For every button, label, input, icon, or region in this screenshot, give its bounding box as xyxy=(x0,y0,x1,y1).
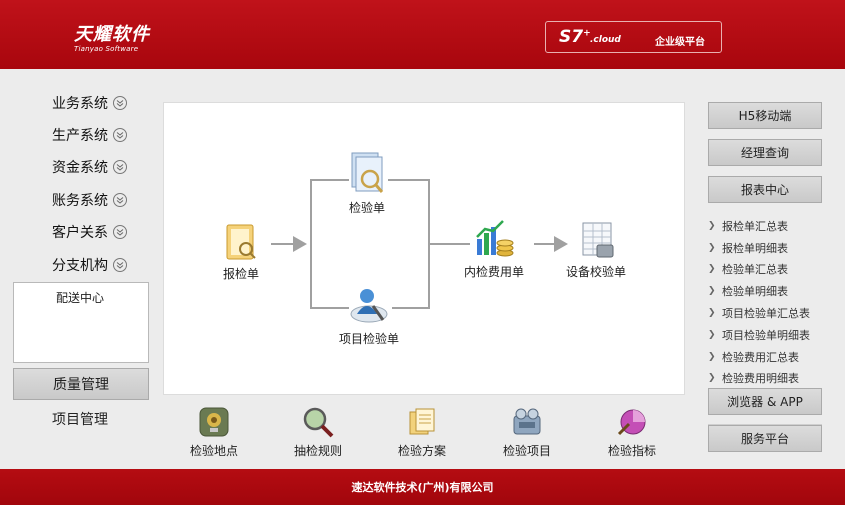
report-item[interactable]: ❯ 检验单明细表 xyxy=(708,280,810,302)
flow-label: 检验单 xyxy=(348,201,385,215)
tool-label: 检验地点 xyxy=(190,444,239,458)
folder-document-icon xyxy=(226,224,256,260)
report-item[interactable]: ❯ 检验费用汇总表 xyxy=(708,346,810,368)
tool-sampling-rules[interactable]: 抽检规则 xyxy=(294,406,342,459)
plan-documents-icon xyxy=(409,408,435,435)
tool-label: 检验方案 xyxy=(398,444,447,458)
brand-cloud: .cloud xyxy=(590,35,621,45)
chevron-down-icon xyxy=(113,193,127,207)
chevron-down-icon xyxy=(113,160,127,174)
logo-title: 天耀软件 xyxy=(74,24,150,45)
chevron-down-icon xyxy=(113,225,127,239)
tool-inspection-location[interactable]: 检验地点 xyxy=(190,406,238,459)
tool-label: 检验项目 xyxy=(503,444,552,458)
tianyao-logo: 天耀软件 Tianyao Software xyxy=(74,20,150,53)
brand-s7: S7+ xyxy=(559,27,591,47)
flow-label: 设备校验单 xyxy=(566,265,627,279)
tool-label: 抽检规则 xyxy=(294,444,343,458)
sidebar-item-branches[interactable]: 分支机构 xyxy=(52,255,127,275)
magnifier-icon xyxy=(303,407,334,438)
report-label: 检验费用明细表 xyxy=(722,372,799,386)
document-stack-search-icon xyxy=(351,152,384,193)
inspection-flow-panel: 报检单 检验单 项目检验单 内检费用单 设备校验单 xyxy=(163,102,685,395)
sidebar-item-label: 客户关系 xyxy=(52,225,108,241)
chevron-right-icon: ❯ xyxy=(708,264,716,275)
logo-subtitle: Tianyao Software xyxy=(74,45,139,53)
report-item[interactable]: ❯ 检验单汇总表 xyxy=(708,259,810,281)
chevron-right-icon: ❯ xyxy=(708,286,716,297)
tool-inspection-indicators[interactable]: 检验指标 xyxy=(608,406,656,459)
sidebar-item-label: 分支机构 xyxy=(52,258,108,274)
sidebar-item-production[interactable]: 生产系统 xyxy=(52,125,127,145)
report-center-button[interactable]: 报表中心 xyxy=(708,176,822,203)
browser-app-button[interactable]: 浏览器 & APP xyxy=(708,388,822,415)
sidebar-item-label: 业务系统 xyxy=(52,96,108,112)
right-panel: H5移动端 经理查询 报表中心 ❯ 报检单汇总表 ❯ 报检单明细表 ❯ 检验单汇总表 … xyxy=(698,69,845,469)
footer-bar: 速达软件技术(广州)有限公司 xyxy=(0,469,845,505)
report-item[interactable]: ❯ 检验费用明细表 xyxy=(708,368,810,390)
flow-label: 项目检验单 xyxy=(339,332,400,346)
report-label: 检验单汇总表 xyxy=(722,263,788,277)
sidebar-item-business[interactable]: 业务系统 xyxy=(52,93,127,113)
manager-query-button[interactable]: 经理查询 xyxy=(708,139,822,166)
footer-company: 速达软件技术(广州)有限公司 xyxy=(351,481,494,494)
flow-line xyxy=(388,179,430,244)
sidebar-item-funds[interactable]: 资金系统 xyxy=(52,157,127,177)
chevron-right-icon: ❯ xyxy=(708,351,716,362)
sidebar-item-label: 账务系统 xyxy=(52,193,108,209)
s7-cloud-badge: S7+ .cloud 企业级平台 xyxy=(545,21,722,53)
flow-node-neijian-feiyong[interactable]: 内检费用单 xyxy=(464,217,524,280)
sidebar-item-label: 生产系统 xyxy=(52,128,108,144)
brand-tagline: 企业级平台 xyxy=(655,37,705,48)
flow-label: 内检费用单 xyxy=(464,265,525,279)
flow-label: 报检单 xyxy=(222,267,259,281)
left-sidebar: 业务系统 生产系统 资金系统 账务系统 客户关系 分支机构 配送中心 质量管理 … xyxy=(0,69,160,469)
chevron-right-icon: ❯ xyxy=(708,242,716,253)
sidebar-item-label: 资金系统 xyxy=(52,160,108,176)
report-label: 报检单汇总表 xyxy=(722,219,788,233)
report-item[interactable]: ❯ 报检单明细表 xyxy=(708,237,810,259)
report-item[interactable]: ❯ 项目检验单明细表 xyxy=(708,324,810,346)
report-label: 检验单明细表 xyxy=(722,285,788,299)
location-icon xyxy=(199,407,229,437)
tool-inspection-items[interactable]: 检验项目 xyxy=(503,406,551,459)
user-search-icon xyxy=(350,289,388,323)
project-management-link[interactable]: 项目管理 xyxy=(52,409,108,429)
report-item[interactable]: ❯ 项目检验单汇总表 xyxy=(708,302,810,324)
chevron-right-icon: ❯ xyxy=(708,308,716,319)
sub-item-distribution-center[interactable]: 配送中心 xyxy=(56,289,104,306)
pie-chart-icon xyxy=(617,409,646,436)
inspection-tools-bar: 检验地点 抽检规则 检验方案 检验项目 检验指标 xyxy=(163,400,685,466)
chevron-right-icon: ❯ xyxy=(708,220,716,231)
branch-subpanel: 配送中心 xyxy=(13,282,149,363)
sidebar-item-accounting[interactable]: 账务系统 xyxy=(52,190,127,210)
report-list: ❯ 报检单汇总表 ❯ 报检单明细表 ❯ 检验单汇总表 ❯ 检验单明细表 ❯ 项目检验单汇总… xyxy=(708,215,810,389)
chart-coins-icon xyxy=(476,220,514,257)
report-label: 检验费用汇总表 xyxy=(722,350,799,364)
chevron-down-icon xyxy=(113,128,127,142)
report-label: 报检单明细表 xyxy=(722,241,788,255)
header-bar: 天耀软件 Tianyao Software S7+ .cloud 企业级平台 xyxy=(0,0,845,69)
report-label: 项目检验单明细表 xyxy=(722,328,810,342)
tool-inspection-plan[interactable]: 检验方案 xyxy=(398,406,446,459)
equipment-icon xyxy=(513,408,541,435)
flow-node-shebei-jiaoyan[interactable]: 设备校验单 xyxy=(566,219,626,280)
chevron-right-icon: ❯ xyxy=(708,373,716,384)
sidebar-item-crm[interactable]: 客户关系 xyxy=(52,222,127,242)
flow-node-baojiandan[interactable]: 报检单 xyxy=(221,221,261,282)
report-label: 项目检验单汇总表 xyxy=(722,307,810,321)
chevron-right-icon: ❯ xyxy=(708,329,716,340)
flow-node-xiangmu-jianyandan[interactable]: 项目检验单 xyxy=(339,284,399,347)
chevron-down-icon xyxy=(113,258,127,272)
quality-management-button[interactable]: 质量管理 xyxy=(13,368,149,400)
spreadsheet-device-icon xyxy=(582,222,614,258)
flow-node-jianyandan[interactable]: 检验单 xyxy=(346,149,388,216)
h5-mobile-button[interactable]: H5移动端 xyxy=(708,102,822,129)
chevron-down-icon xyxy=(113,96,127,110)
report-item[interactable]: ❯ 报检单汇总表 xyxy=(708,215,810,237)
flow-line xyxy=(310,179,349,244)
service-platform-button[interactable]: 服务平台 xyxy=(708,425,822,452)
tool-label: 检验指标 xyxy=(608,444,657,458)
